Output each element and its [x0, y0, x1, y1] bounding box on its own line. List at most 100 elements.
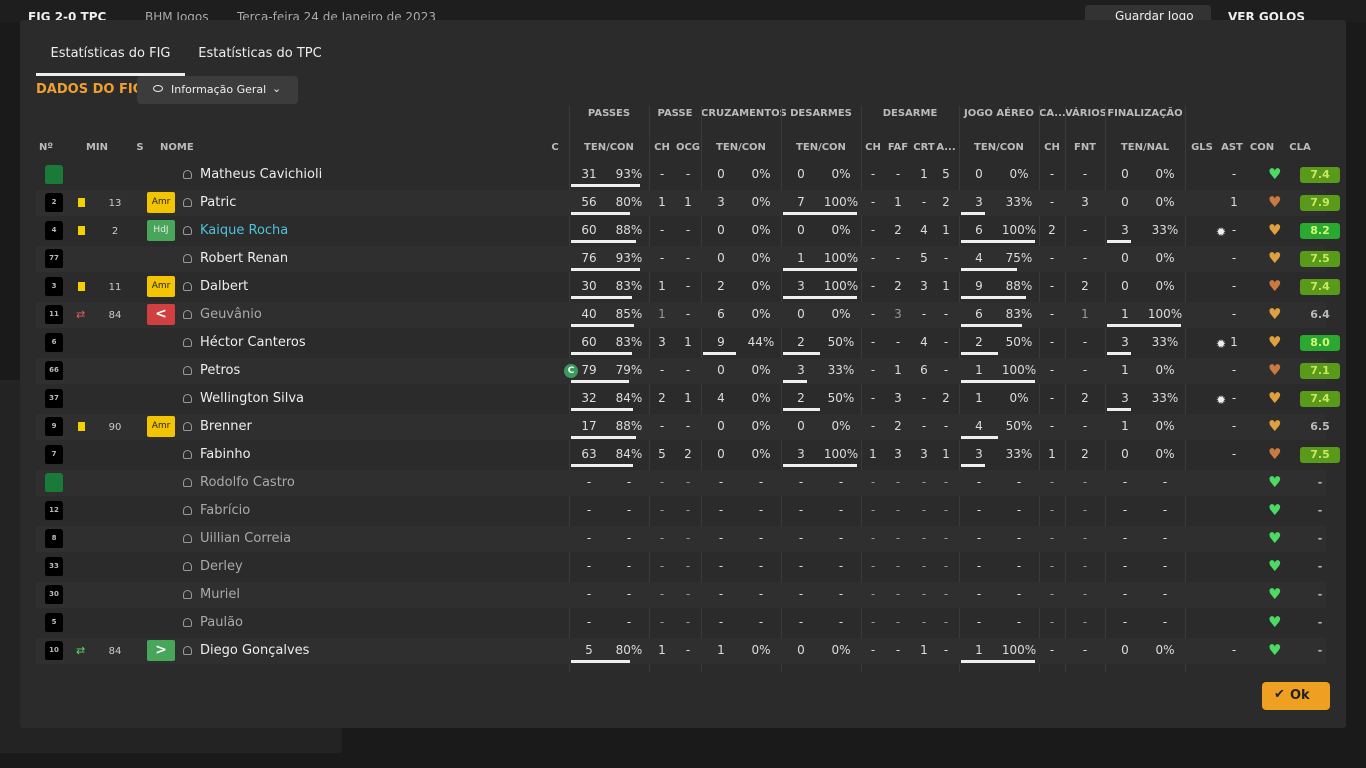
tab-tpc-stats[interactable]: Estatísticas do TPC: [195, 46, 325, 76]
morale-heart-icon: ♥: [1268, 473, 1282, 491]
shots-percent: 0%: [1155, 447, 1175, 461]
column-header: TEN/NAL: [1120, 142, 1170, 153]
shots-attempts: 0: [1121, 251, 1129, 265]
table-row[interactable]: 77 Robert Renan 76 93% - -0 0% 1 100% - -5-4 75% - -0…: [36, 246, 1340, 272]
des-a: 5: [942, 167, 950, 181]
crosses-percent: 0%: [751, 195, 771, 209]
player-name[interactable]: Patric: [200, 195, 236, 210]
player-name[interactable]: Matheus Cavichioli: [200, 167, 322, 182]
player-name[interactable]: Héctor Canteros: [200, 335, 306, 350]
table-row[interactable]: 66 Petros C 79 79% - -0 0% 3 33% -1 6-1 100% - -1 0% - ♥ 7…: [36, 358, 1340, 384]
table-row[interactable]: 3 11 Amr Dalbert 30 83% 1-2 0% 3 100% -2 3 1 9 88% -2 0 0…: [36, 274, 1340, 300]
tab-fig-stats[interactable]: Estatísticas do FIG: [36, 46, 185, 76]
player-name[interactable]: Uillian Correia: [200, 531, 291, 546]
shots-attempts: 3: [1121, 391, 1129, 405]
des-a: 2: [942, 391, 950, 405]
crosses-attempts: 0: [717, 363, 725, 377]
column-group-header: DESARME: [882, 108, 938, 119]
table-row[interactable]: 4 2 HdJ Kaique Rocha 60 88% - -0 0% 0 0% -2 4 1 6 100% 2…: [36, 218, 1340, 244]
aerial-percent: 0%: [1009, 167, 1029, 181]
aerial-percent: 0%: [1009, 391, 1029, 405]
player-name[interactable]: Petros: [200, 363, 240, 378]
table-row[interactable]: 7 Fabinho 63 84% 5 2 0 0% 3 100% 1 3 3 1 3 33% 1 2 0 0% - ♥ 7.…: [36, 442, 1340, 468]
des-faf: -: [895, 559, 901, 573]
yellow-card-icon: [78, 282, 85, 291]
des-crt: 3: [920, 279, 928, 293]
player-name[interactable]: Fabinho: [200, 447, 251, 462]
shots-attempts: 1: [1121, 307, 1129, 321]
column-header: NOME: [160, 142, 194, 153]
ca-ch: -: [1049, 643, 1055, 657]
player-name[interactable]: Muriel: [200, 587, 240, 602]
assists: 1: [1230, 335, 1238, 349]
aerial-percent: 100%: [1001, 363, 1037, 377]
table-row[interactable]: 11 ⇄ 84 < Geuvânio 40 85% 1-6 0% 0 0% -3- -6 83% -1 1 10…: [36, 302, 1330, 328]
table-row[interactable]: 9 90 Amr Brenner 17 88% - - 0 0% 0 0% - 2 - - 4 50% - - 1 0% -…: [36, 414, 1330, 440]
shots-percent: 0%: [1155, 279, 1175, 293]
des-ch: -: [870, 363, 876, 377]
crosses-percent: 0%: [751, 223, 771, 237]
tackles-percent: -: [838, 559, 844, 573]
table-row[interactable]: 2 13 Amr Patric 56 80% 1 1 3 0% 7 100% -1-2 3 33% -3 0 0%…: [36, 190, 1340, 216]
aerial-bar: [961, 464, 985, 467]
des-a: 1: [942, 223, 950, 237]
crosses-percent: 0%: [751, 419, 771, 433]
aerial-attempts: 2: [975, 335, 983, 349]
table-row[interactable]: 10 ⇄ 84 > Diego Gonçalves 5 80% 1 - 1 0% 0 0% - - 1 - 1 10…: [36, 638, 1326, 664]
shirt-number: [44, 165, 64, 185]
crosses-attempts: 4: [717, 391, 725, 405]
crosses-percent: 0%: [751, 307, 771, 321]
crosses-attempts: -: [718, 615, 724, 629]
morale-heart-icon: ♥: [1268, 305, 1282, 323]
table-row[interactable]: Rodolfo Castro - - - - - - - - - - - - - - - - - - ♥ -: [36, 470, 1326, 496]
crosses-attempts: 6: [717, 307, 725, 321]
table-row[interactable]: 6 Héctor Canteros 60 83% 3 1 9 44% 2 50% - - 4 - 2 50% -…: [36, 330, 1340, 356]
status-badge: Amr: [147, 276, 175, 297]
passe-ocg: -: [685, 167, 691, 181]
player-rating: 7.1: [1300, 363, 1340, 379]
player-name[interactable]: Wellington Silva: [200, 391, 304, 406]
shirt-icon: 66: [45, 361, 63, 380]
tackles-percent: 0%: [831, 167, 851, 181]
passe-ocg: -: [685, 587, 691, 601]
ok-button[interactable]: ✔ Ok: [1262, 682, 1330, 710]
des-a: -: [943, 363, 949, 377]
passes-attempts: 32: [581, 391, 597, 405]
assists: -: [1231, 447, 1237, 461]
table-row[interactable]: 8 Uillian Correia - - - - - - - - - - - - - - - - - - ♥ -: [36, 526, 1326, 552]
player-rating: -: [1317, 532, 1323, 545]
aerial-percent: -: [1016, 503, 1022, 517]
table-row[interactable]: 30 Muriel - - - - - - - - - - - - - - - - - - ♥ -: [36, 582, 1326, 608]
crosses-attempts: 0: [717, 167, 725, 181]
table-row[interactable]: 33 Derley - - - - - - - - - - - - - - - - - - ♥ -: [36, 554, 1326, 580]
shirt-number: [44, 473, 64, 493]
passes-attempts: 60: [581, 335, 597, 349]
view-dropdown[interactable]: Informação Geral ⌄: [137, 76, 298, 104]
column-header: CLA: [1289, 142, 1311, 153]
passe-ch: -: [659, 559, 665, 573]
table-row[interactable]: 37 Wellington Silva 32 84% 2 1 4 0% 2 50% -3-2 1 0% -…: [36, 386, 1340, 412]
passe-ocg: -: [685, 251, 691, 265]
person-icon: [183, 590, 192, 599]
var-fnt: -: [1082, 335, 1088, 349]
player-name[interactable]: Diego Gonçalves: [200, 643, 309, 658]
table-row[interactable]: Matheus Cavichioli 31 93% - - 0 0% 0 0% - - 1 5 0 0% - -…: [36, 162, 1340, 188]
passe-ocg: -: [685, 475, 691, 489]
player-name[interactable]: Kaique Rocha: [200, 223, 288, 238]
player-name[interactable]: Rodolfo Castro: [200, 475, 295, 490]
player-name[interactable]: Derley: [200, 559, 243, 574]
tackles-attempts: -: [798, 615, 804, 629]
des-faf: -: [895, 503, 901, 517]
player-name[interactable]: Dalbert: [200, 279, 248, 294]
aerial-percent: -: [1016, 615, 1022, 629]
player-name[interactable]: Paulão: [200, 615, 243, 630]
table-row[interactable]: 5 Paulão - - - - - - - - - - - - - - - - - - ♥ -: [36, 610, 1326, 636]
player-name[interactable]: Robert Renan: [200, 251, 288, 266]
ca-ch: 1: [1048, 447, 1056, 461]
player-name[interactable]: Geuvânio: [200, 307, 262, 322]
crosses-attempts: 3: [717, 195, 725, 209]
player-name[interactable]: Brenner: [200, 419, 252, 434]
tackles-percent: 100%: [823, 279, 859, 293]
player-name[interactable]: Fabrício: [200, 503, 250, 518]
table-row[interactable]: 12 Fabrício - - - - - - - - - - - - - - - - - - ♥ -: [36, 498, 1326, 524]
